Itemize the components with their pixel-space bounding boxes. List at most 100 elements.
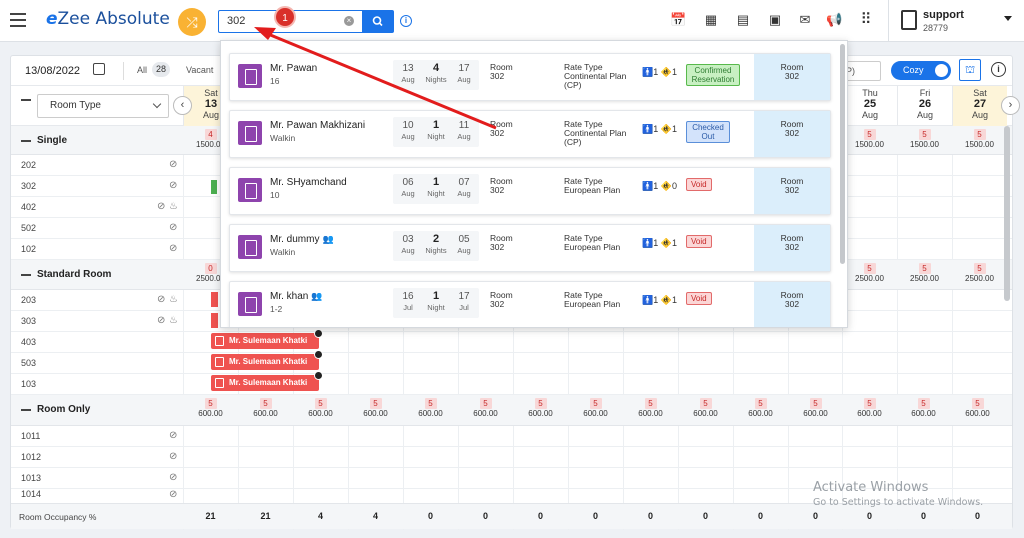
user-name: support [923, 9, 964, 21]
group-icon: 👥 [322, 234, 334, 244]
room-row[interactable]: 503 [11, 353, 1012, 374]
shuffle-icon[interactable]: ⤮ [178, 8, 206, 36]
booking-bar[interactable]: Mr. Sulemaan Khatki [211, 350, 323, 370]
info-icon[interactable]: i [400, 15, 412, 27]
apps-grid-icon[interactable]: ⠿ [858, 12, 874, 28]
grid-scrollbar[interactable] [1004, 126, 1010, 301]
collapse-icon[interactable] [21, 409, 31, 411]
availability-cell: 5 600.00 [528, 398, 553, 418]
no-smoking-icon: ⊘ [157, 315, 166, 326]
stay-dates: 16 Jul 1 Night 17 Jul [393, 288, 479, 318]
availability-cell: 5 600.00 [473, 398, 498, 418]
occupancy-value: 0 [482, 511, 488, 521]
room-box[interactable]: Room 302 [754, 282, 830, 327]
reservation-card[interactable]: Mr. SHyamchand 10 06 Aug 1 Night 07 Aug Room 302 R… [229, 167, 831, 215]
note-icon [314, 350, 323, 359]
group-icon: 👥 [311, 291, 323, 301]
room-box[interactable]: Room 302 [754, 111, 830, 157]
collapse-icon[interactable] [21, 140, 31, 142]
room-row[interactable]: 403 [11, 332, 1012, 353]
reservation-card[interactable]: Mr. khan 👥 1-2 16 Jul 1 Night 17 Jul Room 302 Rate … [229, 281, 831, 327]
booking-bar[interactable]: Mr. Sulemaan Khatki [211, 371, 323, 391]
clear-search-icon[interactable]: × [344, 16, 354, 26]
search-button[interactable] [362, 10, 394, 33]
no-smoking-icon: ⊘ [169, 451, 178, 462]
occupancy-value: 0 [974, 511, 980, 521]
booking-bar[interactable] [211, 313, 218, 328]
filter-vacant[interactable]: Vacant [186, 65, 213, 75]
collapse-icon[interactable] [21, 274, 31, 276]
guest-name[interactable]: Mr. khan 👥 [270, 291, 323, 302]
status-badge: Confirmed Reservation [686, 64, 740, 86]
reservation-source: 1-2 [270, 304, 283, 314]
date-field[interactable]: 13/08/2022 [25, 65, 80, 77]
reservation-card[interactable]: Mr. Pawan Makhizani Walkin 10 Aug 1 Night 11 Au… [229, 110, 831, 158]
hotel-icon [238, 235, 262, 259]
availability-cell: 5 2500.00 [965, 263, 994, 283]
collapse-all-icon[interactable] [21, 99, 31, 101]
no-smoking-icon: ⊘ [169, 222, 178, 233]
announcement-icon[interactable]: 📢 [826, 12, 842, 28]
status-badge: Void [686, 178, 712, 191]
no-smoking-icon: ⊘ [169, 489, 178, 500]
calendar-check-icon[interactable]: ▦ [703, 12, 719, 28]
day-header: Sat 27 Aug [952, 86, 1007, 126]
results-scrollbar[interactable] [840, 44, 845, 264]
cozy-toggle[interactable]: Cozy [891, 61, 951, 80]
calendar-add-icon[interactable]: 📅 [670, 12, 686, 28]
cleaning-icon: ♨ [169, 201, 178, 212]
guest-name[interactable]: Mr. dummy 👥 [270, 234, 334, 245]
room-row[interactable]: 1012 ⊘ [11, 447, 1012, 468]
availability-cell: 5 600.00 [418, 398, 443, 418]
filter-all[interactable]: All [137, 65, 147, 75]
no-smoking-icon: ⊘ [169, 243, 178, 254]
occupancy-value: 0 [866, 511, 872, 521]
booking-bar[interactable] [211, 180, 217, 194]
room-box[interactable]: Room 302 [754, 225, 830, 271]
hotel-icon [215, 378, 224, 388]
occupancy-value: 4 [372, 511, 378, 521]
info-icon[interactable]: i [991, 62, 1006, 77]
guest-name[interactable]: Mr. Pawan Makhizani [270, 120, 365, 131]
room-type-select[interactable]: Room Type [37, 94, 169, 118]
hotel-icon [238, 64, 262, 88]
menu-icon[interactable] [10, 13, 26, 27]
bed-view-button[interactable]: ⛫ [959, 59, 981, 81]
occupancy-value: 0 [920, 511, 926, 521]
mail-icon[interactable]: ✉ [797, 12, 813, 28]
room-box[interactable]: Room 302 [754, 168, 830, 214]
occupancy-value: 0 [812, 511, 818, 521]
hotel-icon [238, 121, 262, 145]
reservation-card[interactable]: Mr. Pawan 16 13 Aug 4 Nights 17 Aug Room 302 Rate … [229, 53, 831, 101]
guest-name[interactable]: Mr. Pawan [270, 63, 317, 74]
calendar-icon[interactable] [93, 63, 105, 75]
rate-type: Rate Type European Plan [564, 176, 621, 195]
occupancy-value: 21 [260, 511, 271, 521]
room-row[interactable]: 1011 ⊘ [11, 426, 1012, 447]
divider [123, 62, 124, 80]
app-logo[interactable]: eZee Absolute [46, 9, 170, 29]
reservation-card[interactable]: Mr. dummy 👥 Walkin 03 Aug 2 Nights 05 Aug Room 302… [229, 224, 831, 272]
room-box[interactable]: Room 302 [754, 54, 830, 100]
availability-cell: 5 1500.00 [965, 129, 994, 149]
occupancy-value: 0 [702, 511, 708, 521]
room-row[interactable]: 103 [11, 374, 1012, 395]
prev-dates-button[interactable]: ‹ [173, 96, 192, 115]
status-badge: Void [686, 292, 712, 305]
stay-dates: 06 Aug 1 Night 07 Aug [393, 174, 479, 204]
availability-cell: 5 600.00 [693, 398, 718, 418]
calendar-icon[interactable]: ▤ [735, 12, 751, 28]
pax-count: 🚹1 🚸1 [642, 67, 677, 77]
pax-count: 🚹1 🚸1 [642, 295, 677, 305]
invoice-icon[interactable]: ▣ [767, 12, 783, 28]
booking-bar[interactable]: Mr. Sulemaan Khatki [211, 329, 323, 349]
user-menu[interactable]: support 28779 [888, 0, 1024, 42]
room-info: Room 302 [490, 119, 513, 138]
search-icon [372, 16, 383, 27]
availability-cell: 5 2500.00 [910, 263, 939, 283]
next-dates-button[interactable]: › [1001, 96, 1020, 115]
booking-bar[interactable] [211, 292, 218, 307]
guest-name[interactable]: Mr. SHyamchand [270, 177, 347, 188]
property-id: 28779 [923, 23, 949, 33]
filter-all-count: 28 [152, 62, 170, 77]
